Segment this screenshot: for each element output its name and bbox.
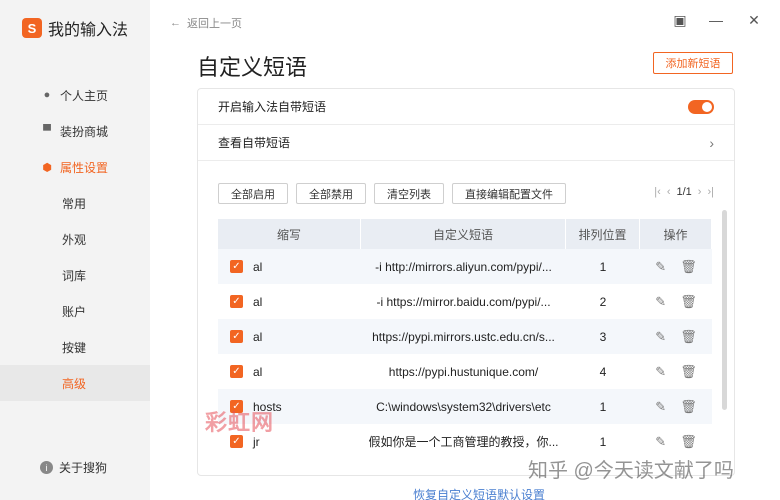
table-row: ✓ hosts C:\windows\system32\drivers\etc 1… — [218, 389, 712, 424]
phrase-table: 缩写 自定义短语 排列位置 操作 ✓ al -i http://mirrors.a… — [218, 219, 712, 459]
disable-all-button[interactable]: 全部禁用 — [296, 183, 366, 204]
enable-builtin-row: 开启输入法自带短语 — [198, 89, 734, 125]
view-builtin-label: 查看自带短语 — [218, 136, 291, 150]
sidebar-item-profile[interactable]: ● 个人主页 — [0, 77, 150, 113]
checkbox[interactable]: ✓ — [230, 295, 243, 308]
sidebar-subitem-keys[interactable]: 按键 — [0, 329, 150, 365]
arrow-left-icon: ← — [170, 17, 181, 29]
action-bar: 全部启用 全部禁用 清空列表 直接编辑配置文件 — [218, 183, 566, 204]
pager: |‹ ‹ 1/1 › ›| — [654, 186, 714, 198]
sidebar-subitem-common[interactable]: 常用 — [0, 185, 150, 221]
position-cell: 4 — [599, 364, 607, 379]
back-label: 返回上一页 — [187, 18, 242, 30]
abbr-cell: al — [253, 364, 263, 379]
table-row: ✓ al https://pypi.hustunique.com/ 4 ✎ 🗑 — [218, 354, 712, 389]
sidebar-subitem-account[interactable]: 账户 — [0, 293, 150, 329]
checkbox[interactable]: ✓ — [230, 260, 243, 273]
zhihu-watermark: 知乎 @今天读文献了吗 — [528, 460, 734, 482]
edit-icon[interactable]: ✎ — [655, 259, 666, 275]
about-link[interactable]: i 关于搜狗 — [40, 459, 107, 476]
edit-icon[interactable]: ✎ — [655, 434, 666, 450]
trash-icon[interactable]: 🗑 — [680, 434, 697, 450]
abbr-cell: al — [253, 259, 263, 274]
prev-page-icon[interactable]: ‹ — [667, 186, 671, 198]
add-phrase-button[interactable]: 添加新短语 — [653, 52, 733, 74]
sidebar-item-label: 属性设置 — [60, 160, 109, 175]
info-icon: i — [40, 461, 53, 474]
trash-icon[interactable]: 🗑 — [680, 364, 697, 380]
header-position: 排列位置 — [566, 219, 640, 249]
edit-icon[interactable]: ✎ — [655, 364, 666, 380]
sidebar-item-settings[interactable]: ⬢ 属性设置 — [0, 149, 150, 185]
trash-icon[interactable]: 🗑 — [680, 294, 697, 310]
sidebar-item-label: 装扮商城 — [60, 124, 109, 139]
table-body: ✓ al -i http://mirrors.aliyun.com/pypi/..… — [218, 249, 712, 459]
trash-icon[interactable]: 🗑 — [680, 329, 697, 345]
restore-defaults-link[interactable]: 恢复自定义短语默认设置 — [413, 486, 545, 500]
sidebar-subitem-advanced[interactable]: 高级 — [0, 365, 150, 401]
phrase-panel: 开启输入法自带短语 查看自带短语 › 全部启用 全部禁用 清空列表 直接编辑配置… — [197, 88, 735, 476]
header-phrase: 自定义短语 — [361, 219, 566, 249]
phrase-cell: https://pypi.mirrors.ustc.edu.cn/s... — [372, 329, 555, 344]
table-row: ✓ al https://pypi.mirrors.ustc.edu.cn/s..… — [218, 319, 712, 354]
trash-icon[interactable]: 🗑 — [680, 399, 697, 415]
minimize-icon[interactable]: — — [708, 12, 724, 28]
topbar: ← 返回上一页 ▣ — ✕ — [150, 0, 780, 44]
sidebar-subitem-dictionary[interactable]: 词库 — [0, 257, 150, 293]
last-page-icon[interactable]: ›| — [707, 186, 714, 198]
sidebar-subitem-appearance[interactable]: 外观 — [0, 221, 150, 257]
phrase-cell: -i http://mirrors.aliyun.com/pypi/... — [375, 259, 552, 274]
brand: S 我的输入法 — [22, 16, 128, 40]
view-builtin-row[interactable]: 查看自带短语 › — [198, 125, 734, 161]
enable-builtin-label: 开启输入法自带短语 — [218, 100, 327, 114]
abbr-cell: al — [253, 294, 263, 309]
phrase-cell: C:\windows\system32\drivers\etc — [376, 399, 551, 414]
edit-icon[interactable]: ✎ — [655, 329, 666, 345]
abbr-cell: al — [253, 329, 263, 344]
page-title: 自定义短语 — [197, 55, 308, 80]
trash-icon[interactable]: 🗑 — [680, 259, 697, 275]
position-cell: 3 — [599, 329, 607, 344]
next-page-icon[interactable]: › — [698, 186, 702, 198]
page-indicator: 1/1 — [676, 186, 692, 198]
sidebar-item-label: 个人主页 — [60, 88, 109, 103]
table-row: ✓ al -i http://mirrors.aliyun.com/pypi/..… — [218, 249, 712, 284]
table-row: ✓ al -i https://mirror.baidu.com/pypi/...… — [218, 284, 712, 319]
shirt-icon: ▀ — [43, 125, 51, 137]
edit-config-button[interactable]: 直接编辑配置文件 — [452, 183, 566, 204]
feedback-icon[interactable]: ▣ — [672, 12, 688, 28]
phrase-cell: https://pypi.hustunique.com/ — [388, 364, 539, 379]
person-icon: ● — [43, 89, 51, 101]
header-abbr: 缩写 — [218, 219, 361, 249]
phrase-cell: -i https://mirror.baidu.com/pypi/... — [376, 294, 551, 309]
hexagon-gear-icon: ⬢ — [42, 161, 52, 174]
clear-list-button[interactable]: 清空列表 — [374, 183, 444, 204]
back-button[interactable]: ← 返回上一页 — [170, 15, 242, 31]
about-label: 关于搜狗 — [59, 461, 108, 475]
scrollbar[interactable] — [722, 210, 727, 410]
header-actions: 操作 — [640, 219, 712, 249]
edit-icon[interactable]: ✎ — [655, 294, 666, 310]
checkbox[interactable]: ✓ — [230, 365, 243, 378]
enable-builtin-toggle[interactable] — [688, 99, 714, 114]
position-cell: 2 — [599, 294, 607, 309]
first-page-icon[interactable]: |‹ — [654, 186, 661, 198]
sidebar: S 我的输入法 ● 个人主页 ▀ 装扮商城 ⬢ 属性设置 常用 外观 词库 账户… — [0, 0, 150, 500]
position-cell: 1 — [599, 399, 607, 414]
rainbow-watermark: 彩虹网 — [205, 410, 275, 435]
chevron-right-icon: › — [709, 134, 714, 151]
sidebar-item-store[interactable]: ▀ 装扮商城 — [0, 113, 150, 149]
sidebar-nav: ● 个人主页 ▀ 装扮商城 ⬢ 属性设置 常用 外观 词库 账户 按键 高级 — [0, 77, 150, 401]
app-title: 我的输入法 — [48, 22, 129, 39]
position-cell: 1 — [599, 259, 607, 274]
close-icon[interactable]: ✕ — [746, 12, 762, 28]
checkbox[interactable]: ✓ — [230, 330, 243, 343]
enable-all-button[interactable]: 全部启用 — [218, 183, 288, 204]
table-header: 缩写 自定义短语 排列位置 操作 — [218, 219, 712, 249]
edit-icon[interactable]: ✎ — [655, 399, 666, 415]
sogou-logo-icon: S — [22, 18, 42, 38]
